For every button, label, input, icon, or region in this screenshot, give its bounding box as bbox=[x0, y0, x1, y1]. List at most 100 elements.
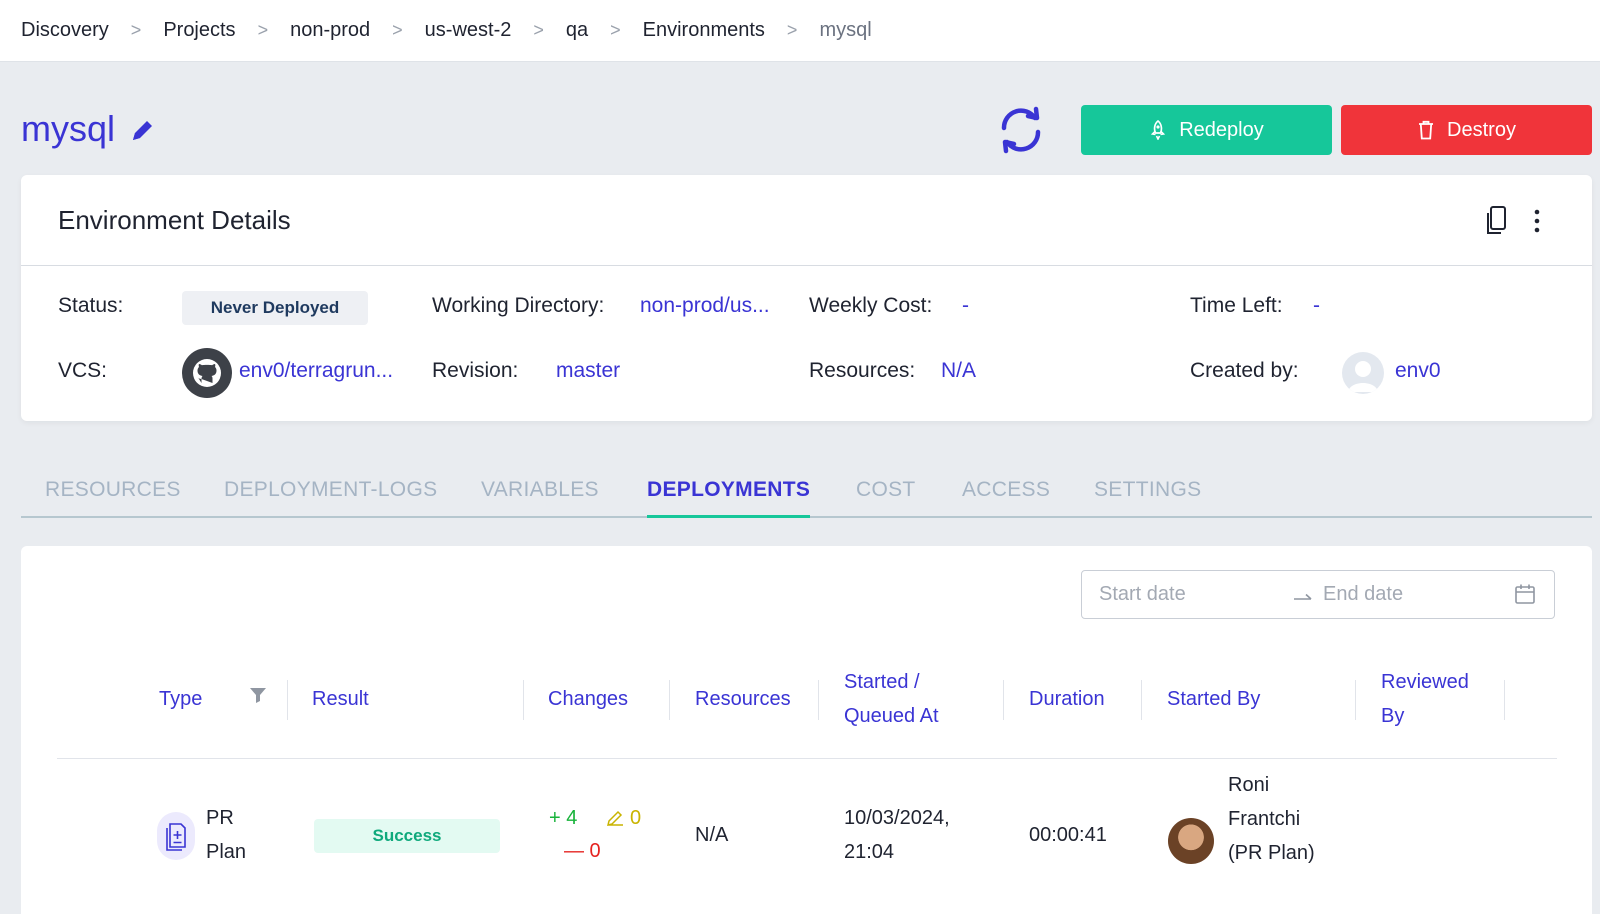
environment-details-card: Environment Details Status: Never Deploy… bbox=[21, 175, 1592, 421]
started-date: 10/03/2024, bbox=[844, 807, 950, 829]
refresh-icon[interactable] bbox=[995, 104, 1047, 156]
column-divider bbox=[1504, 680, 1505, 720]
vcs-label: VCS: bbox=[58, 359, 108, 382]
github-icon bbox=[182, 348, 232, 398]
breadcrumb-separator: > bbox=[257, 20, 269, 40]
resources-label: Resources: bbox=[809, 359, 916, 382]
breadcrumb-separator: > bbox=[130, 20, 142, 40]
type-line1: PR bbox=[206, 807, 234, 829]
breadcrumb-separator: > bbox=[533, 20, 544, 40]
resources-destroyed: — 0 bbox=[564, 840, 601, 862]
trash-icon bbox=[1419, 120, 1434, 140]
column-divider bbox=[818, 680, 819, 720]
redeploy-label: Redeploy bbox=[1179, 118, 1264, 141]
start-date-input[interactable] bbox=[1099, 571, 1279, 618]
avatar bbox=[1342, 352, 1384, 394]
time-left-label: Time Left: bbox=[1190, 294, 1283, 317]
card-title: Environment Details bbox=[58, 205, 291, 235]
column-header-duration[interactable]: Duration bbox=[1029, 682, 1105, 716]
status-label: Status: bbox=[58, 294, 124, 317]
tab-cost[interactable]: COST bbox=[856, 478, 916, 518]
column-header-started-by[interactable]: Started By bbox=[1167, 682, 1260, 716]
pencil-icon[interactable] bbox=[129, 116, 157, 144]
type-line2: Plan bbox=[206, 841, 247, 863]
column-header-result[interactable]: Result bbox=[312, 682, 369, 716]
deployments-panel: Type Result Changes Resources Started / … bbox=[21, 546, 1592, 914]
more-icon[interactable] bbox=[1533, 207, 1541, 235]
revision-value[interactable]: master bbox=[556, 359, 620, 383]
breadcrumb-non-prod[interactable]: non-prod bbox=[290, 19, 370, 42]
breadcrumb-us-west-2[interactable]: us-west-2 bbox=[425, 19, 512, 42]
started-header-line1: Started / bbox=[844, 671, 920, 693]
column-divider bbox=[1355, 680, 1356, 720]
end-date-input[interactable] bbox=[1323, 571, 1503, 618]
resources-value: N/A bbox=[941, 359, 977, 382]
reviewed-header-line1: Reviewed bbox=[1381, 671, 1469, 693]
filter-icon[interactable] bbox=[249, 686, 267, 704]
column-header-reviewed-by[interactable]: Reviewed By bbox=[1381, 665, 1469, 733]
column-divider bbox=[287, 680, 288, 720]
breadcrumb-environments[interactable]: Environments bbox=[643, 19, 765, 42]
table-header-divider bbox=[57, 758, 1557, 759]
working-directory-value[interactable]: non-prod/us... bbox=[640, 294, 770, 318]
status-badge: Never Deployed bbox=[182, 291, 368, 325]
pencil-icon bbox=[606, 809, 624, 827]
tab-resources[interactable]: RESOURCES bbox=[45, 478, 181, 518]
column-divider bbox=[669, 680, 670, 720]
weekly-cost-label: Weekly Cost: bbox=[809, 294, 933, 317]
destroy-button[interactable]: Destroy bbox=[1341, 105, 1592, 155]
deployment-resources: N/A bbox=[695, 824, 729, 846]
vcs-value[interactable]: env0/terragrun... bbox=[239, 359, 393, 383]
column-header-type[interactable]: Type bbox=[159, 682, 202, 716]
started-by-line1: Roni bbox=[1228, 774, 1270, 796]
tab-bar: RESOURCES DEPLOYMENT-LOGS VARIABLES DEPL… bbox=[21, 474, 1592, 518]
breadcrumb: Discovery > Projects > non-prod > us-wes… bbox=[0, 0, 1600, 62]
tab-variables[interactable]: VARIABLES bbox=[481, 478, 599, 518]
card-header: Environment Details bbox=[21, 175, 1592, 266]
arrow-right-icon bbox=[1292, 585, 1314, 605]
working-directory-label: Working Directory: bbox=[432, 294, 605, 317]
started-by: Roni Frantchi (PR Plan) bbox=[1228, 768, 1315, 870]
duration: 00:00:41 bbox=[1029, 824, 1107, 846]
started-at: 10/03/2024, 21:04 bbox=[844, 801, 950, 869]
breadcrumb-projects[interactable]: Projects bbox=[163, 19, 235, 42]
calendar-icon[interactable] bbox=[1514, 583, 1536, 605]
revision-label: Revision: bbox=[432, 359, 519, 382]
column-header-started[interactable]: Started / Queued At bbox=[844, 665, 939, 733]
column-header-resources[interactable]: Resources bbox=[695, 682, 791, 716]
deployment-type: PR Plan bbox=[206, 801, 246, 869]
column-divider bbox=[1003, 680, 1004, 720]
resources-added: + 4 bbox=[549, 807, 578, 829]
time-left-value: - bbox=[1313, 294, 1320, 317]
started-time: 21:04 bbox=[844, 841, 895, 863]
started-header-line2: Queued At bbox=[844, 705, 939, 727]
column-divider bbox=[1141, 680, 1142, 720]
weekly-cost-value: - bbox=[962, 294, 969, 317]
breadcrumb-separator: > bbox=[392, 20, 403, 40]
tab-access[interactable]: ACCESS bbox=[962, 478, 1050, 518]
destroy-label: Destroy bbox=[1447, 118, 1516, 141]
copy-icon[interactable] bbox=[1483, 205, 1511, 237]
breadcrumb-current: mysql bbox=[819, 19, 872, 41]
redeploy-button[interactable]: Redeploy bbox=[1081, 105, 1332, 155]
reviewed-header-line2: By bbox=[1381, 705, 1405, 727]
breadcrumb-qa[interactable]: qa bbox=[566, 19, 588, 42]
breadcrumb-separator: > bbox=[786, 20, 798, 40]
created-by-value[interactable]: env0 bbox=[1395, 359, 1441, 383]
date-range-picker bbox=[1081, 570, 1555, 619]
page-title: mysql bbox=[21, 108, 116, 149]
started-by-line2: Frantchi bbox=[1228, 808, 1301, 830]
tab-deployments[interactable]: DEPLOYMENTS bbox=[647, 478, 811, 518]
breadcrumb-separator: > bbox=[610, 20, 621, 40]
tab-settings[interactable]: SETTINGS bbox=[1094, 478, 1201, 518]
resources-changed: 0 bbox=[630, 807, 642, 829]
page-header: mysql Redeploy Destroy bbox=[21, 104, 1600, 158]
started-by-line3: (PR Plan) bbox=[1228, 842, 1315, 864]
column-header-changes[interactable]: Changes bbox=[548, 682, 628, 716]
rocket-icon bbox=[1151, 120, 1166, 140]
created-by-label: Created by: bbox=[1190, 359, 1299, 382]
breadcrumb-discovery[interactable]: Discovery bbox=[21, 19, 109, 42]
tab-deployment-logs[interactable]: DEPLOYMENT-LOGS bbox=[224, 478, 437, 518]
result-badge: Success bbox=[314, 819, 500, 853]
avatar bbox=[1168, 818, 1214, 864]
